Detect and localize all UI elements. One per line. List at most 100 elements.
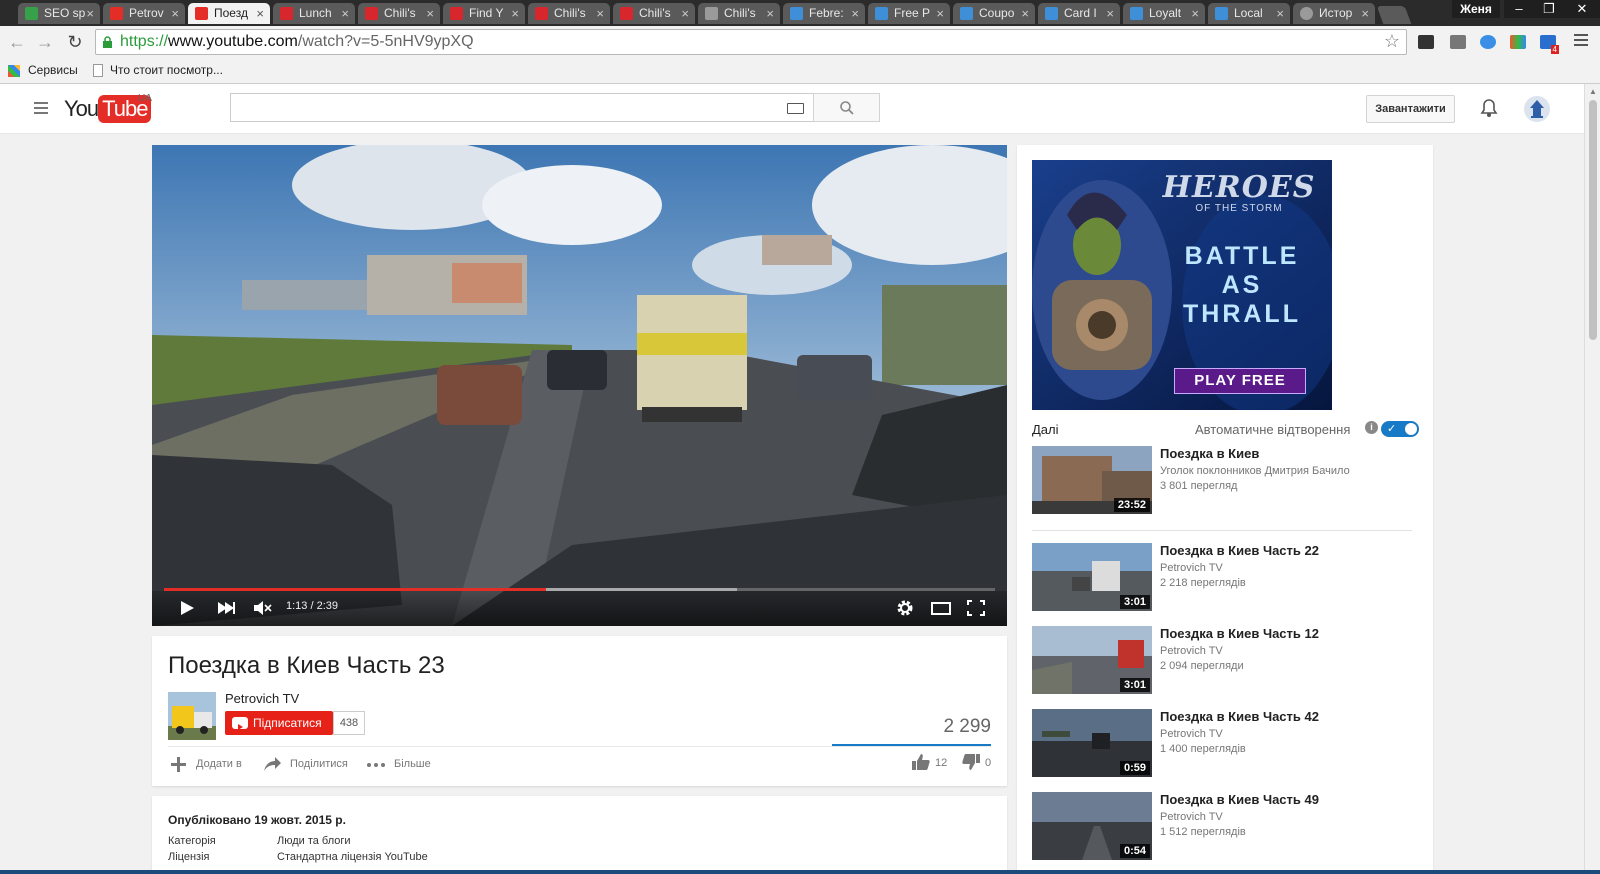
bookmark-star-icon[interactable]: ☆ xyxy=(1384,31,1400,52)
video-thumbnail[interactable]: 3:01 xyxy=(1032,543,1152,611)
close-icon[interactable]: × xyxy=(1276,3,1284,24)
notifications-bell-icon[interactable] xyxy=(1480,98,1498,118)
extension-icon[interactable] xyxy=(1418,35,1434,49)
browser-tab[interactable]: Loyalt × xyxy=(1123,3,1205,24)
browser-tab[interactable]: Lunch × xyxy=(273,3,355,24)
close-icon[interactable]: × xyxy=(511,3,519,24)
scroll-up-arrow-icon[interactable]: ▲ xyxy=(1589,87,1597,96)
video-title[interactable]: Поездка в Киев Часть 42 xyxy=(1160,709,1319,724)
settings-gear-icon[interactable] xyxy=(894,598,916,618)
browser-tab[interactable]: Coupo × xyxy=(953,3,1035,24)
mute-icon[interactable] xyxy=(252,598,274,618)
theater-mode-icon[interactable] xyxy=(930,598,952,618)
category-value[interactable]: Люди та блоги xyxy=(277,835,351,847)
extension-icon[interactable] xyxy=(1510,35,1526,49)
search-button[interactable] xyxy=(813,93,880,122)
youtube-logo[interactable]: You Tube UA xyxy=(64,93,152,123)
more-button[interactable]: Більше xyxy=(366,758,431,770)
subscribe-button[interactable]: Підписатися xyxy=(225,711,333,735)
video-title[interactable]: Поездка в Киев xyxy=(1160,446,1259,461)
recommended-video[interactable]: 23:52 Поездка в Киев Уголок поклонников … xyxy=(1032,446,1432,514)
share-button[interactable]: Поділитися xyxy=(262,757,348,771)
close-icon[interactable]: × xyxy=(341,3,349,24)
back-arrow-icon[interactable]: ← xyxy=(6,31,28,53)
bookmark-services[interactable]: Сервисы xyxy=(28,63,78,77)
browser-tab[interactable]: Febre: × xyxy=(783,3,865,24)
new-tab-button[interactable] xyxy=(1376,6,1412,24)
browser-tab[interactable]: Chili's × xyxy=(358,3,440,24)
browser-tab[interactable]: Find Y × xyxy=(443,3,525,24)
close-icon[interactable]: × xyxy=(1361,3,1369,24)
video-thumbnail[interactable]: 0:59 xyxy=(1032,709,1152,777)
browser-tab[interactable]: Petrov × xyxy=(103,3,185,24)
close-icon[interactable]: × xyxy=(851,3,859,24)
video-thumbnail[interactable]: 0:54 xyxy=(1032,792,1152,860)
recommended-video[interactable]: 0:59 Поездка в Киев Часть 42 Petrovich T… xyxy=(1032,709,1432,777)
add-to-button[interactable]: Додати в xyxy=(168,757,242,772)
minimize-icon[interactable]: – xyxy=(1504,0,1534,18)
fullscreen-icon[interactable] xyxy=(965,598,987,618)
video-duration: 3:01 xyxy=(1119,595,1150,609)
browser-tab[interactable]: Local × xyxy=(1208,3,1290,24)
browser-tab[interactable]: Истор × xyxy=(1293,3,1375,24)
reload-icon[interactable]: ↻ xyxy=(64,31,86,53)
close-icon[interactable]: × xyxy=(171,3,179,24)
browser-tab[interactable]: SEO sp × xyxy=(18,3,100,24)
profile-button[interactable]: Женя xyxy=(1452,0,1500,18)
video-title[interactable]: Поездка в Киев Часть 12 xyxy=(1160,626,1319,641)
channel-name[interactable]: Petrovich TV xyxy=(225,691,299,706)
close-icon[interactable]: × xyxy=(426,3,434,24)
scrollbar-thumb[interactable] xyxy=(1589,100,1597,340)
recommended-video[interactable]: 3:01 Поездка в Киев Часть 12 Petrovich T… xyxy=(1032,626,1432,694)
badge-extension-icon[interactable]: 4 xyxy=(1540,35,1559,54)
bookmark-what-to-watch[interactable]: Что стоит посмотр... xyxy=(110,63,223,77)
guide-menu-icon[interactable] xyxy=(34,102,48,114)
dislike-button[interactable]: 0 xyxy=(961,754,991,770)
upload-button[interactable]: Завантажити xyxy=(1366,95,1455,123)
close-icon[interactable]: × xyxy=(1191,3,1199,24)
play-icon[interactable] xyxy=(176,598,198,618)
recommended-video[interactable]: 0:54 Поездка в Киев Часть 49 Petrovich T… xyxy=(1032,792,1432,860)
autoplay-toggle[interactable]: ✓ xyxy=(1381,421,1419,437)
channel-avatar[interactable] xyxy=(168,692,216,740)
extension-icon[interactable] xyxy=(1450,35,1466,49)
maximize-icon[interactable]: ❐ xyxy=(1534,0,1564,18)
info-icon[interactable]: i xyxy=(1365,421,1378,434)
next-icon[interactable] xyxy=(215,598,237,618)
search-input[interactable] xyxy=(230,93,814,122)
browser-tab-active[interactable]: Поезд × xyxy=(188,3,270,24)
avatar[interactable] xyxy=(1524,96,1550,122)
browser-tab[interactable]: Chili's × xyxy=(613,3,695,24)
logo-you: You xyxy=(64,96,99,121)
address-bar[interactable]: https://www.youtube.com/watch?v=5-5nHV9y… xyxy=(95,29,1407,55)
close-icon[interactable]: × xyxy=(256,3,264,24)
browser-tab[interactable]: Chili's × xyxy=(698,3,780,24)
close-window-icon[interactable]: ✕ xyxy=(1564,0,1600,18)
video-title[interactable]: Поездка в Киев Часть 49 xyxy=(1160,792,1319,807)
browser-tab[interactable]: Free P × xyxy=(868,3,950,24)
recommended-video[interactable]: 3:01 Поездка в Киев Часть 22 Petrovich T… xyxy=(1032,543,1432,611)
browser-tab[interactable]: Chili's × xyxy=(528,3,610,24)
ad-play-free-button[interactable]: PLAY FREE xyxy=(1174,368,1306,394)
video-player[interactable]: 1:13 / 2:39 xyxy=(152,145,1007,626)
close-icon[interactable]: × xyxy=(1106,3,1114,24)
advertisement-banner[interactable]: HEROES OF THE STORM BATTLE AS THRALL PLA… xyxy=(1032,160,1332,410)
globe-extension-icon[interactable] xyxy=(1480,35,1496,49)
page-scrollbar[interactable]: ▲ xyxy=(1584,84,1600,874)
forward-arrow-icon[interactable]: → xyxy=(34,31,56,53)
menu-hamburger-icon[interactable] xyxy=(1574,34,1588,48)
video-thumbnail[interactable]: 3:01 xyxy=(1032,626,1152,694)
close-icon[interactable]: × xyxy=(681,3,689,24)
close-icon[interactable]: × xyxy=(766,3,774,24)
bookmarks-bar: Сервисы Что стоит посмотр... xyxy=(0,58,1600,84)
keyboard-icon[interactable] xyxy=(787,103,804,114)
video-thumbnail[interactable]: 23:52 xyxy=(1032,446,1152,514)
close-icon[interactable]: × xyxy=(86,3,94,24)
video-title[interactable]: Поездка в Киев Часть 22 xyxy=(1160,543,1319,558)
close-icon[interactable]: × xyxy=(596,3,604,24)
close-icon[interactable]: × xyxy=(1021,3,1029,24)
thumbs-down-icon xyxy=(962,754,980,770)
like-button[interactable]: 12 xyxy=(911,754,947,770)
browser-tab[interactable]: Card I × xyxy=(1038,3,1120,24)
close-icon[interactable]: × xyxy=(936,3,944,24)
